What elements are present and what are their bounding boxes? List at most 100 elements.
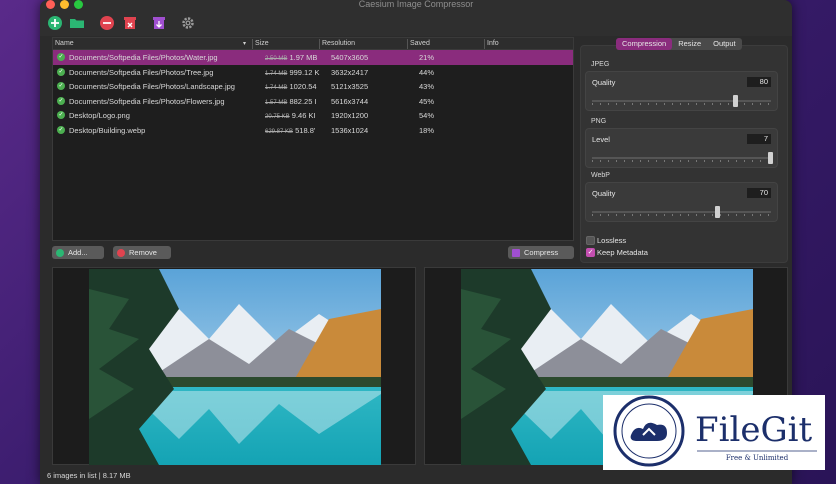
column-separator xyxy=(484,39,485,49)
file-name: Documents/Softpedia Files/Photos/Flowers… xyxy=(69,97,225,106)
file-resolution: 1920x1200 xyxy=(331,111,369,120)
compressed-size: 999.12 K xyxy=(289,67,320,77)
saved-percent: 45% xyxy=(419,96,435,106)
file-name: Documents/Softpedia Files/Photos/Tree.jp… xyxy=(69,68,213,77)
tab-resize[interactable]: Resize xyxy=(672,38,707,50)
remove-button[interactable]: Remove xyxy=(113,246,171,259)
jpeg-quality-input[interactable]: 80 xyxy=(747,77,771,87)
file-resolution: 3632x2417 xyxy=(331,67,369,77)
add-icon xyxy=(56,248,64,257)
original-preview xyxy=(52,267,416,465)
png-section-label: PNG xyxy=(591,118,607,125)
webp-slider-ticks xyxy=(592,214,771,216)
add-icon[interactable] xyxy=(47,15,63,31)
file-path: Documents/Softpedia Files/Photos/ xyxy=(69,82,187,91)
webp-section-label: WebP xyxy=(591,172,610,179)
clear-icon[interactable] xyxy=(122,15,138,31)
table-row[interactable]: ✓ Desktop/Building.webp 629.87 KB 518.8' 15… xyxy=(53,123,573,138)
compress-icon xyxy=(512,248,520,257)
png-level-slider[interactable] xyxy=(592,157,771,159)
checkmark-icon: ✓ xyxy=(57,111,65,119)
table-row[interactable]: ✓ Documents/Softpedia Files/Photos/Flower… xyxy=(53,94,573,109)
table-row[interactable]: ✓ Documents/Softpedia Files/Photos/Tree.j… xyxy=(53,65,573,80)
table-row[interactable]: ✓ Desktop/Logo.png 20.75 KB 9.46 KI 1920x12… xyxy=(53,108,573,123)
total-size: 8.17 MB xyxy=(102,471,131,480)
file-path: Documents/Softpedia Files/Photos/ xyxy=(69,67,187,77)
column-resolution[interactable]: Resolution xyxy=(322,40,355,47)
file-basename: Building.webp xyxy=(98,125,146,135)
file-basename: Flowers.jpg xyxy=(186,96,225,106)
table-row[interactable]: ✓ Documents/Softpedia Files/Photos/Landsc… xyxy=(53,79,573,94)
svg-text:FileGit: FileGit xyxy=(695,410,812,450)
saved-percent: 54% xyxy=(419,111,435,120)
jpeg-group: Quality 80 xyxy=(585,71,778,111)
png-group: Level 7 xyxy=(585,128,778,168)
column-size[interactable]: Size xyxy=(255,40,269,47)
compress-button[interactable]: Compress xyxy=(508,246,574,259)
file-size: 629.87 KB 518.8' xyxy=(265,126,315,135)
sort-chevron-icon[interactable]: ▾ xyxy=(243,40,246,47)
saved-percent: 44% xyxy=(419,67,435,77)
checkmark-icon: ✓ xyxy=(57,82,65,90)
jpeg-slider-thumb[interactable] xyxy=(732,95,738,107)
compressed-size: 1020.54 xyxy=(289,82,317,91)
settings-tabs: Compression Resize Output xyxy=(616,38,742,50)
file-name: Desktop/Logo.png xyxy=(69,111,130,120)
column-info[interactable]: Info xyxy=(487,40,499,47)
jpeg-quality-slider[interactable] xyxy=(592,100,771,102)
webp-group: Quality 70 xyxy=(585,182,778,222)
status-separator: | xyxy=(98,471,101,480)
file-size: 2.50 MB 1.97 MB xyxy=(265,53,317,62)
status-bar: 6 images in list | 8.17 MB xyxy=(40,468,792,484)
file-name: Desktop/Building.webp xyxy=(69,126,145,135)
remove-icon[interactable] xyxy=(99,15,115,31)
table-row[interactable]: ✓ Documents/Softpedia Files/Photos/Water.… xyxy=(53,50,573,65)
file-resolution: 5121x3525 xyxy=(331,82,369,91)
webp-quality-slider[interactable] xyxy=(592,211,771,213)
saved-percent: 21% xyxy=(419,53,435,62)
keep-metadata-checkbox[interactable]: ✓ xyxy=(586,248,595,257)
remove-button-label: Remove xyxy=(129,248,157,257)
compressed-size: 1.97 MB xyxy=(289,53,318,62)
compressed-size: 518.8' xyxy=(295,125,316,135)
list-header: Name ▾ Size Resolution Saved Info xyxy=(53,38,573,50)
column-name[interactable]: Name xyxy=(55,40,74,47)
checkmark-icon: ✓ xyxy=(57,125,65,134)
jpeg-quality-label: Quality xyxy=(592,78,616,87)
keep-metadata-label: Keep Metadata xyxy=(597,248,648,257)
checkmark-icon: ✓ xyxy=(57,96,65,105)
column-separator xyxy=(252,39,253,49)
lossless-checkbox[interactable] xyxy=(586,236,595,245)
original-size: 629.87 KB xyxy=(265,128,294,135)
column-saved[interactable]: Saved xyxy=(410,40,430,47)
file-basename: Water.jpg xyxy=(186,53,218,62)
original-size: 20.75 KB xyxy=(265,114,290,120)
add-button[interactable]: Add... xyxy=(52,246,104,259)
tab-output[interactable]: Output xyxy=(707,38,742,50)
saved-percent: 43% xyxy=(419,82,435,91)
original-size: 2.50 MB xyxy=(265,56,288,62)
png-level-input[interactable]: 7 xyxy=(747,134,771,144)
file-path: Documents/Softpedia Files/Photos/ xyxy=(69,96,187,106)
webp-slider-thumb[interactable] xyxy=(715,206,721,218)
file-resolution: 5407x3605 xyxy=(331,53,369,62)
file-basename: Logo.png xyxy=(98,111,130,120)
file-size: 1.57 MB 882.25 I xyxy=(265,97,317,106)
tab-compression[interactable]: Compression xyxy=(616,38,673,50)
settings-icon[interactable] xyxy=(180,15,196,31)
filegit-watermark: FileGit Free & Unlimited xyxy=(603,395,825,470)
column-separator xyxy=(319,39,320,49)
add-button-label: Add... xyxy=(68,248,88,257)
webp-quality-label: Quality xyxy=(592,189,616,198)
file-name: Documents/Softpedia Files/Photos/Water.j… xyxy=(69,53,218,62)
title-bar: Caesium Image Compressor xyxy=(40,0,792,36)
png-slider-thumb[interactable] xyxy=(768,152,773,164)
folder-icon[interactable] xyxy=(69,15,85,31)
file-size: 1.74 MB 1020.54 xyxy=(265,82,317,91)
compress-icon[interactable] xyxy=(151,15,167,31)
file-resolution: 5616x3744 xyxy=(331,96,369,106)
webp-quality-input[interactable]: 70 xyxy=(747,188,771,198)
jpeg-slider-ticks xyxy=(592,103,771,105)
file-name: Documents/Softpedia Files/Photos/Landsca… xyxy=(69,82,235,91)
compressed-size: 9.46 KI xyxy=(291,111,316,120)
